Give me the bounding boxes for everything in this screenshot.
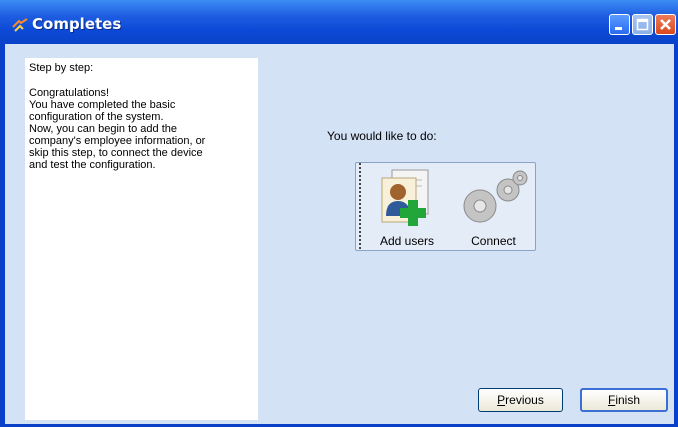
client-area: Step by step: Congratulations! You have … — [5, 44, 674, 424]
step-info-panel: Step by step: Congratulations! You have … — [25, 58, 258, 420]
completes-window: Completes Step by step: Congratulations!… — [0, 0, 678, 427]
add-users-label: Add users — [379, 234, 435, 248]
maximize-button[interactable] — [632, 14, 653, 35]
maximize-icon — [636, 18, 649, 31]
add-users-option[interactable]: Add users — [372, 163, 442, 251]
title-bar[interactable]: Completes — [0, 0, 678, 44]
add-users-icon — [381, 169, 429, 226]
step-heading: Step by step: — [29, 62, 94, 74]
step-description: Congratulations! You have completed the … — [29, 87, 206, 171]
close-button[interactable] — [655, 14, 676, 35]
action-prompt: You would like to do: — [327, 129, 437, 143]
previous-label: revious — [505, 393, 544, 407]
previous-mnemonic: P — [497, 393, 506, 407]
app-icon — [11, 17, 29, 35]
finish-label: inish — [615, 393, 641, 407]
previous-button[interactable]: Previous — [478, 388, 563, 412]
minimize-icon — [615, 27, 622, 30]
connect-option[interactable]: Connect — [456, 163, 531, 251]
dotted-separator — [359, 163, 361, 249]
gears-icon — [463, 170, 528, 223]
connect-label: Connect — [471, 234, 516, 248]
finish-button[interactable]: Finish — [580, 388, 668, 412]
options-panel: Add users Connect — [355, 162, 536, 251]
window-title: Completes — [32, 15, 122, 33]
minimize-button[interactable] — [609, 14, 630, 35]
close-icon — [660, 19, 671, 30]
